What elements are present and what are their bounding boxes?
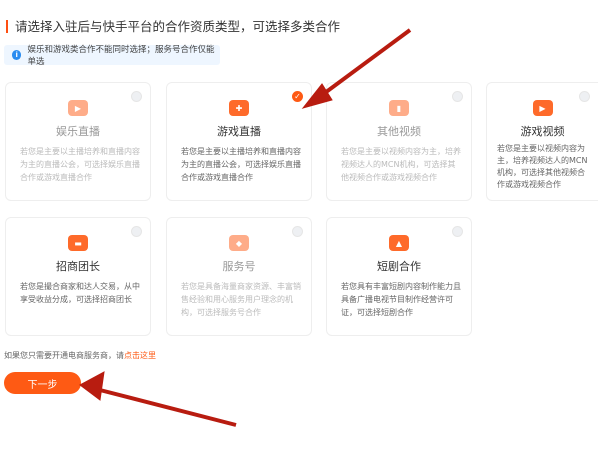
card-title: 招商团长: [56, 260, 100, 273]
card-5[interactable]: ◆ 服务号 若您是具备海量商家资源、丰富销售经验和用心服务用户理念的机构，可选择…: [166, 217, 312, 336]
card-title: 娱乐直播: [56, 125, 100, 138]
footnote: 如果您只需要开通电商服务商，请点击这里: [4, 350, 156, 361]
select-radio[interactable]: [292, 226, 303, 237]
screen-icon: ▲: [389, 235, 409, 253]
select-radio[interactable]: [131, 226, 142, 237]
card-6[interactable]: ▲ 短剧合作 若您具有丰富短剧内容制作能力且具备广播电视节目制作经营许可证，可选…: [326, 217, 472, 336]
card-0[interactable]: ▶ 娱乐直播 若您是主要以主播培养和直播内容为主的直播公会，可选择娱乐直播合作或…: [5, 82, 151, 201]
card-description: 若您是撮合商家和达人交易，从中享受收益分成，可选择招商团长: [20, 282, 140, 304]
card-description: 若您是主要以主播培养和直播内容为主的直播公会，可选择娱乐直播合作或游戏直播合作: [181, 147, 301, 182]
card-description: 若您是主要以视频内容为主，培养视频达人的MCN机构，可选择其他视频合作或游戏视频…: [497, 144, 588, 189]
flag-icon: ▬: [68, 235, 88, 253]
gamepad-icon: ✚: [229, 100, 249, 118]
notice-banner: i 娱乐和游戏类合作不能同时选择；服务号合作仅能单选: [4, 45, 220, 67]
card-title: 游戏视频: [520, 125, 565, 138]
select-radio[interactable]: ✓: [292, 91, 303, 102]
next-button[interactable]: 下一步: [4, 372, 81, 394]
select-radio[interactable]: [131, 91, 142, 102]
card-description: 若您是主要以主播培养和直播内容为主的直播公会，可选择娱乐直播合作或游戏直播合作: [20, 147, 140, 182]
page-title: 请选择入驻后与快手平台的合作资质类型，可选择多类合作: [6, 20, 340, 33]
notice-text: 娱乐和游戏类合作不能同时选择；服务号合作仅能单选: [27, 45, 215, 67]
card-3[interactable]: ▶ 游戏视频 若您是主要以视频内容为主，培养视频达人的MCN机构，可选择其他视频…: [486, 82, 598, 201]
card-title: 服务号: [222, 260, 256, 273]
card-title: 其他视频: [377, 125, 421, 138]
card-title: 游戏直播: [217, 125, 261, 138]
select-radio[interactable]: [579, 91, 590, 102]
info-icon: i: [12, 50, 22, 60]
card-4[interactable]: ▬ 招商团长 若您是撮合商家和达人交易，从中享受收益分成，可选择招商团长: [5, 217, 151, 336]
card-description: 若您具有丰富短剧内容制作能力且具备广播电视节目制作经营许可证，可选择短剧合作: [341, 282, 461, 317]
arrow-to-next-button: [79, 371, 237, 427]
footnote-text: 如果您只需要开通电商服务商，请: [4, 351, 124, 360]
heart-icon: ◆: [229, 235, 249, 253]
card-title: 短剧合作: [377, 260, 421, 273]
select-radio[interactable]: [452, 91, 463, 102]
video-icon: ▮: [389, 100, 409, 118]
card-description: 若您是主要以视频内容为主，培养视频达人的MCN机构，可选择其他视频合作或游戏视频…: [341, 147, 461, 182]
video-play-icon: ▶: [532, 100, 553, 118]
play-icon: ▶: [68, 100, 88, 118]
click-here-link[interactable]: 点击这里: [124, 351, 156, 360]
select-radio[interactable]: [452, 226, 463, 237]
card-2[interactable]: ▮ 其他视频 若您是主要以视频内容为主，培养视频达人的MCN机构，可选择其他视频…: [326, 82, 472, 201]
card-1[interactable]: ✓ ✚ 游戏直播 若您是主要以主播培养和直播内容为主的直播公会，可选择娱乐直播合…: [166, 82, 312, 201]
card-description: 若您是具备海量商家资源、丰富销售经验和用心服务用户理念的机构，可选择服务号合作: [181, 282, 301, 317]
